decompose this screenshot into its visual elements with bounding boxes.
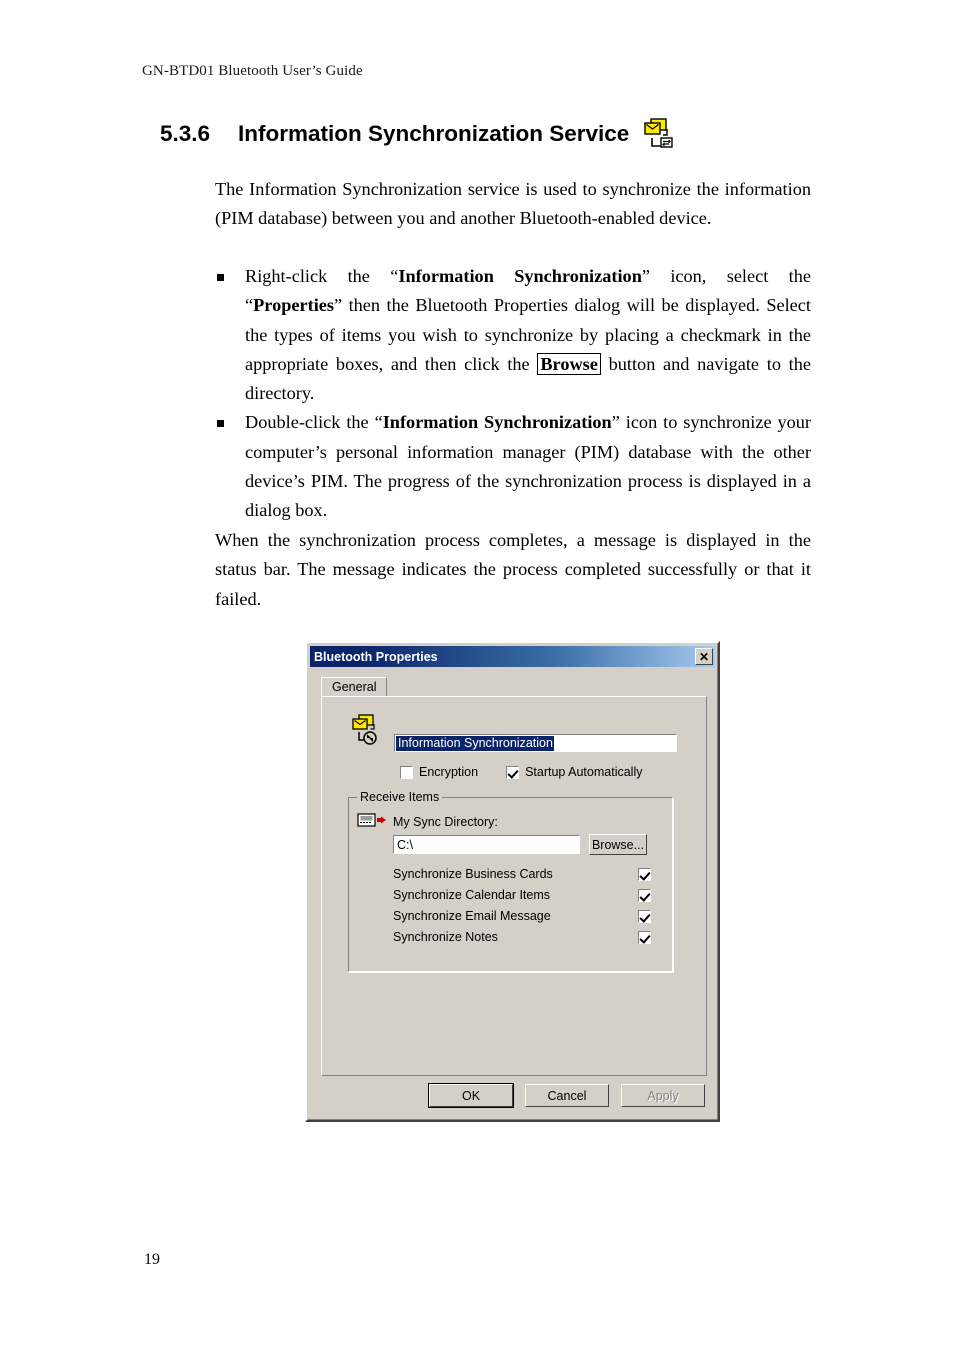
tab-panel-general: Information Synchronization Encryption S… bbox=[321, 696, 707, 1076]
directory-input-row: C:\ Browse... bbox=[393, 834, 647, 855]
sync-device-arrow-icon bbox=[357, 812, 387, 831]
bullet-1-bold2: Properties bbox=[253, 295, 335, 316]
sync-calendar-items-checkbox[interactable] bbox=[638, 888, 651, 902]
section-title: Information Synchronization Service bbox=[238, 121, 630, 146]
sync-email-message-label: Synchronize Email Message bbox=[393, 909, 551, 923]
information-sync-icon bbox=[641, 118, 675, 156]
service-name-value: Information Synchronization bbox=[396, 735, 554, 751]
sync-directory-row: My Sync Directory: bbox=[357, 812, 498, 831]
bullet-1-bold1: Information Synchronization bbox=[398, 266, 642, 286]
list-item: Synchronize Business Cards bbox=[393, 864, 651, 884]
service-name-row: Information Synchronization bbox=[330, 713, 698, 757]
closing-paragraph-text: When the synchronization process complet… bbox=[215, 530, 811, 609]
service-name-input[interactable]: Information Synchronization bbox=[394, 734, 677, 752]
bluetooth-properties-dialog: Bluetooth Properties ✕ General Informati… bbox=[305, 641, 720, 1122]
encryption-checkbox[interactable] bbox=[400, 765, 413, 779]
ok-button[interactable]: OK bbox=[428, 1083, 514, 1108]
list-item: Synchronize Email Message bbox=[393, 906, 651, 926]
dialog-title: Bluetooth Properties bbox=[314, 649, 438, 664]
browse-button[interactable]: Browse... bbox=[589, 834, 647, 855]
section-number: 5.3.6 bbox=[160, 121, 211, 146]
service-options-row: Encryption Startup Automatically bbox=[400, 765, 642, 779]
close-icon[interactable]: ✕ bbox=[695, 648, 713, 665]
sync-email-message-checkbox[interactable] bbox=[638, 909, 651, 923]
encryption-label: Encryption bbox=[419, 765, 479, 779]
closing-paragraph: When the synchronization process complet… bbox=[215, 526, 811, 614]
dialog-footer: OK Cancel Apply bbox=[307, 1083, 718, 1114]
list-item: Synchronize Calendar Items bbox=[393, 885, 651, 905]
receive-items-group-title: Receive Items bbox=[357, 790, 443, 804]
bullet-1-seg1: Right-click the “ bbox=[245, 266, 399, 286]
apply-button: Apply bbox=[621, 1084, 705, 1107]
tab-general[interactable]: General bbox=[321, 677, 388, 697]
bullet-2-seg1: Double-click the “ bbox=[245, 412, 383, 433]
sync-business-cards-label: Synchronize Business Cards bbox=[393, 867, 553, 881]
page-title: 5.3.6 Information Synchronization Servic… bbox=[160, 115, 860, 153]
list-item: Right-click the “Information Synchroniza… bbox=[215, 262, 811, 408]
list-item: Synchronize Notes bbox=[393, 927, 651, 947]
information-sync-icon bbox=[348, 713, 382, 750]
running-header: GN-BTD01 Bluetooth User’s Guide bbox=[142, 63, 363, 79]
receive-items-group: Receive Items My Sync Directory: C:\ Bro… bbox=[347, 790, 674, 973]
tab-strip: General bbox=[321, 677, 707, 697]
instruction-bullet-list: Right-click the “Information Synchroniza… bbox=[215, 262, 811, 526]
sync-notes-label: Synchronize Notes bbox=[393, 930, 498, 944]
cancel-button[interactable]: Cancel bbox=[525, 1084, 609, 1107]
browse-button-reference: Browse bbox=[537, 352, 601, 375]
list-item: Double-click the “Information Synchroniz… bbox=[215, 408, 811, 525]
sync-calendar-items-label: Synchronize Calendar Items bbox=[393, 888, 551, 902]
intro-paragraph: The Information Synchronization service … bbox=[215, 175, 811, 234]
dialog-titlebar[interactable]: Bluetooth Properties ✕ bbox=[310, 646, 715, 667]
sync-directory-label: My Sync Directory: bbox=[393, 814, 498, 829]
sync-business-cards-checkbox[interactable] bbox=[638, 867, 651, 881]
startup-automatically-label: Startup Automatically bbox=[525, 765, 643, 779]
intro-paragraph-text: The Information Synchronization service … bbox=[215, 179, 811, 229]
bullet-2-bold1: Information Synchronization bbox=[382, 412, 612, 433]
startup-automatically-checkbox[interactable] bbox=[506, 765, 520, 779]
page-number: 19 bbox=[144, 1251, 160, 1268]
sync-notes-checkbox[interactable] bbox=[638, 930, 651, 944]
sync-directory-input[interactable]: C:\ bbox=[393, 835, 580, 854]
